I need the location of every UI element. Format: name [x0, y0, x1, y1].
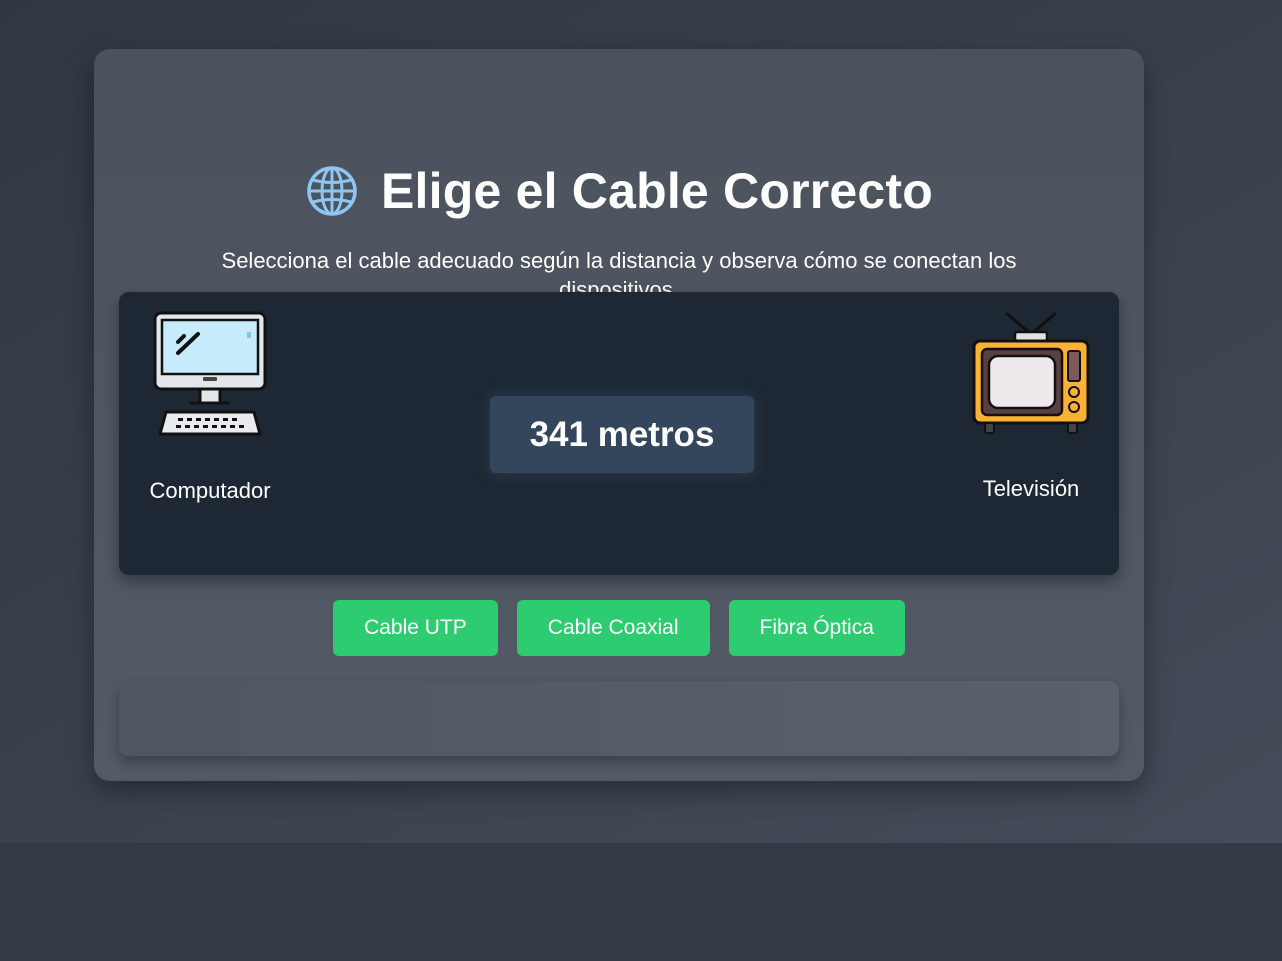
device-label-television: Televisión: [982, 476, 1080, 501]
device-television: Televisión: [951, 310, 1111, 502]
device-computer: Computador: [130, 310, 290, 504]
device-label-computer: Computador: [149, 478, 271, 503]
tv-icon: [951, 310, 1111, 438]
cable-utp-button[interactable]: Cable UTP: [333, 600, 498, 656]
result-panel: [119, 681, 1119, 756]
distance-display: 341 metros: [490, 396, 754, 473]
connection-stage: Computador 341 metros Televisión: [119, 292, 1119, 575]
cable-options: Cable UTP Cable Coaxial Fibra Óptica: [94, 600, 1144, 656]
globe-icon: [305, 164, 359, 218]
page-title: Elige el Cable Correcto: [381, 163, 933, 219]
fiber-optic-button[interactable]: Fibra Óptica: [728, 600, 905, 656]
computer-icon: [130, 310, 290, 438]
main-card: Elige el Cable Correcto Selecciona el ca…: [94, 49, 1144, 781]
title-row: Elige el Cable Correcto: [94, 161, 1144, 221]
cable-coaxial-button[interactable]: Cable Coaxial: [516, 600, 710, 656]
